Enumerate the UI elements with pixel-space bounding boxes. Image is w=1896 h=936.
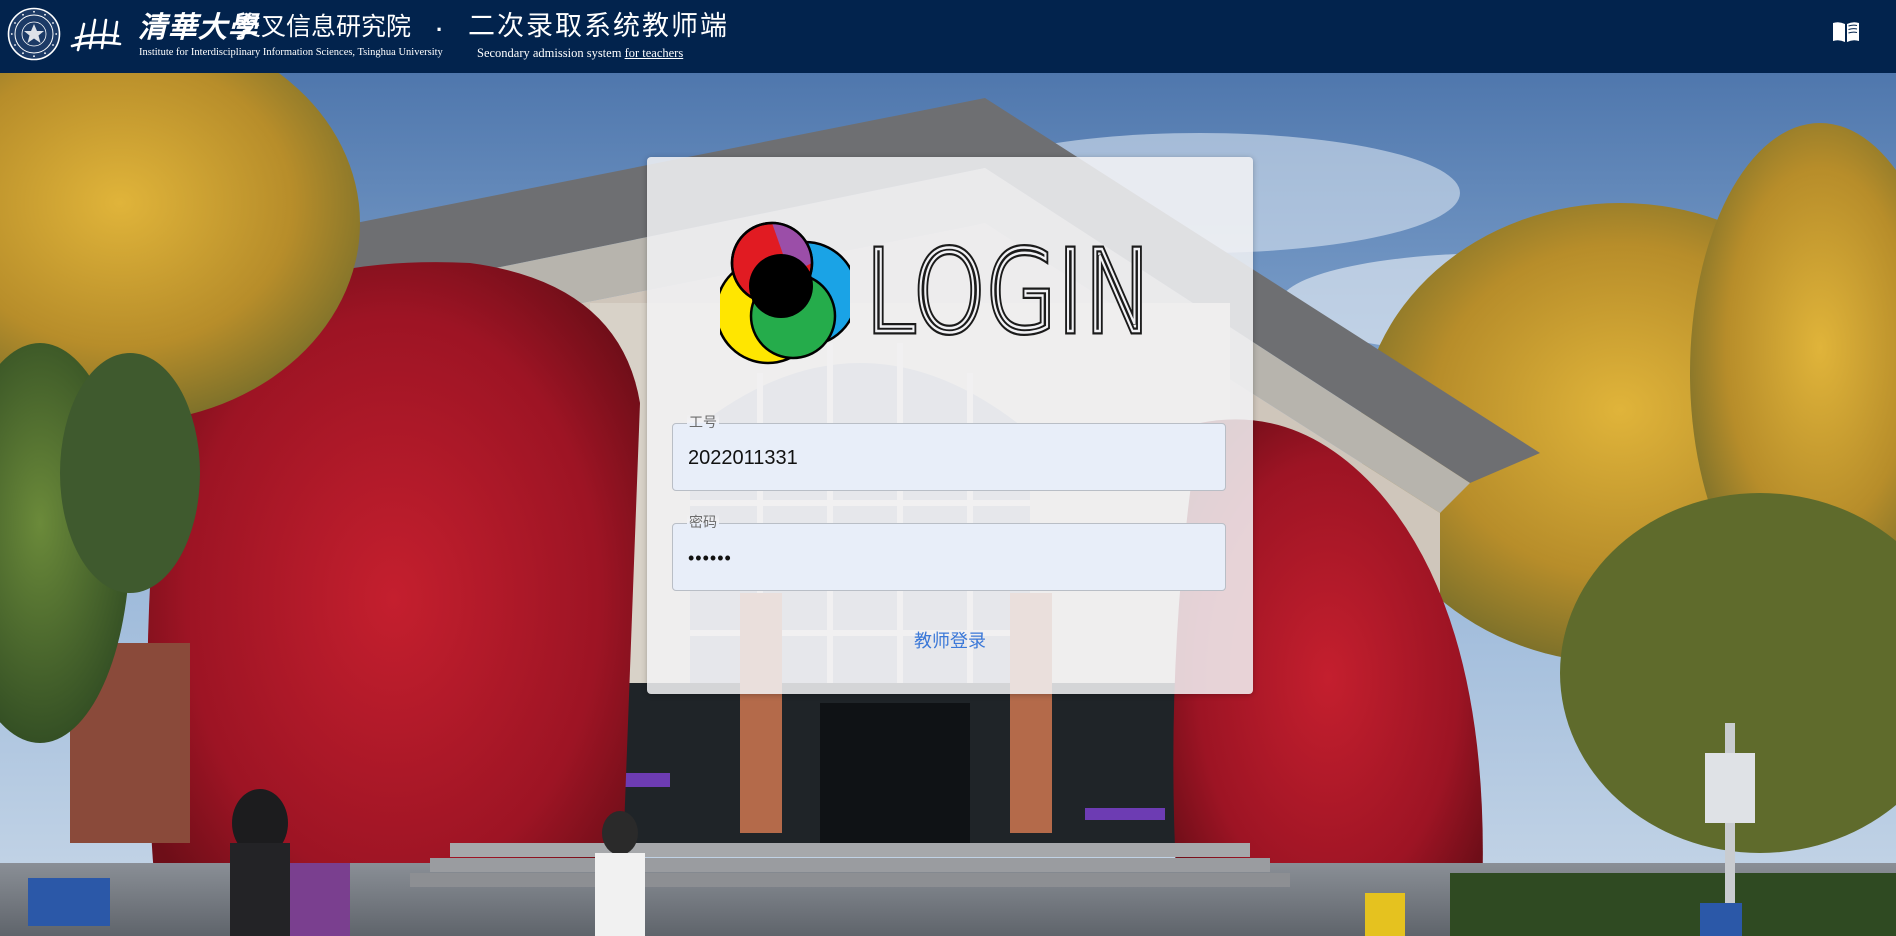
manual-button[interactable] — [1831, 17, 1861, 47]
system-title-en: Secondary admission system for teachers — [477, 46, 683, 60]
tsinghua-seal-icon — [7, 7, 61, 61]
teacher-login-button[interactable]: 教师登录 — [647, 631, 1253, 653]
staff-id-field[interactable]: 工号 2022011331 — [672, 414, 1226, 491]
login-wordmark: LOGIN LOGIN — [863, 239, 1155, 339]
institute-name-en: Institute for Interdisciplinary Informat… — [139, 47, 443, 58]
top-header-bar: 清華大學 交叉信息研究院 Institute for Interdiscipli… — [0, 0, 1896, 73]
title-separator: · — [436, 17, 444, 42]
staff-id-input[interactable]: 2022011331 — [688, 446, 798, 470]
rgb-circles-logo-icon — [720, 221, 850, 365]
institute-name-cn: 交叉信息研究院 — [236, 12, 412, 41]
iiis-logo-mark-icon — [70, 18, 122, 52]
password-label: 密码 — [687, 514, 719, 532]
password-input[interactable]: •••••• — [688, 546, 732, 570]
book-open-icon — [1833, 22, 1859, 42]
login-wordmark-inline: LOGIN — [865, 239, 1153, 339]
system-title-en-suffix: for teachers — [624, 46, 684, 60]
login-page: 清華大學 交叉信息研究院 Institute for Interdiscipli… — [0, 0, 1896, 936]
system-title-cn: 二次录取系统教师端 — [468, 11, 729, 42]
login-card: LOGIN LOGIN 工号 2022011331 密码 •••••• 教师登录 — [647, 157, 1253, 694]
password-field[interactable]: 密码 •••••• — [672, 514, 1226, 591]
system-title-en-prefix: Secondary admission system — [477, 46, 625, 60]
staff-id-label: 工号 — [687, 414, 719, 432]
